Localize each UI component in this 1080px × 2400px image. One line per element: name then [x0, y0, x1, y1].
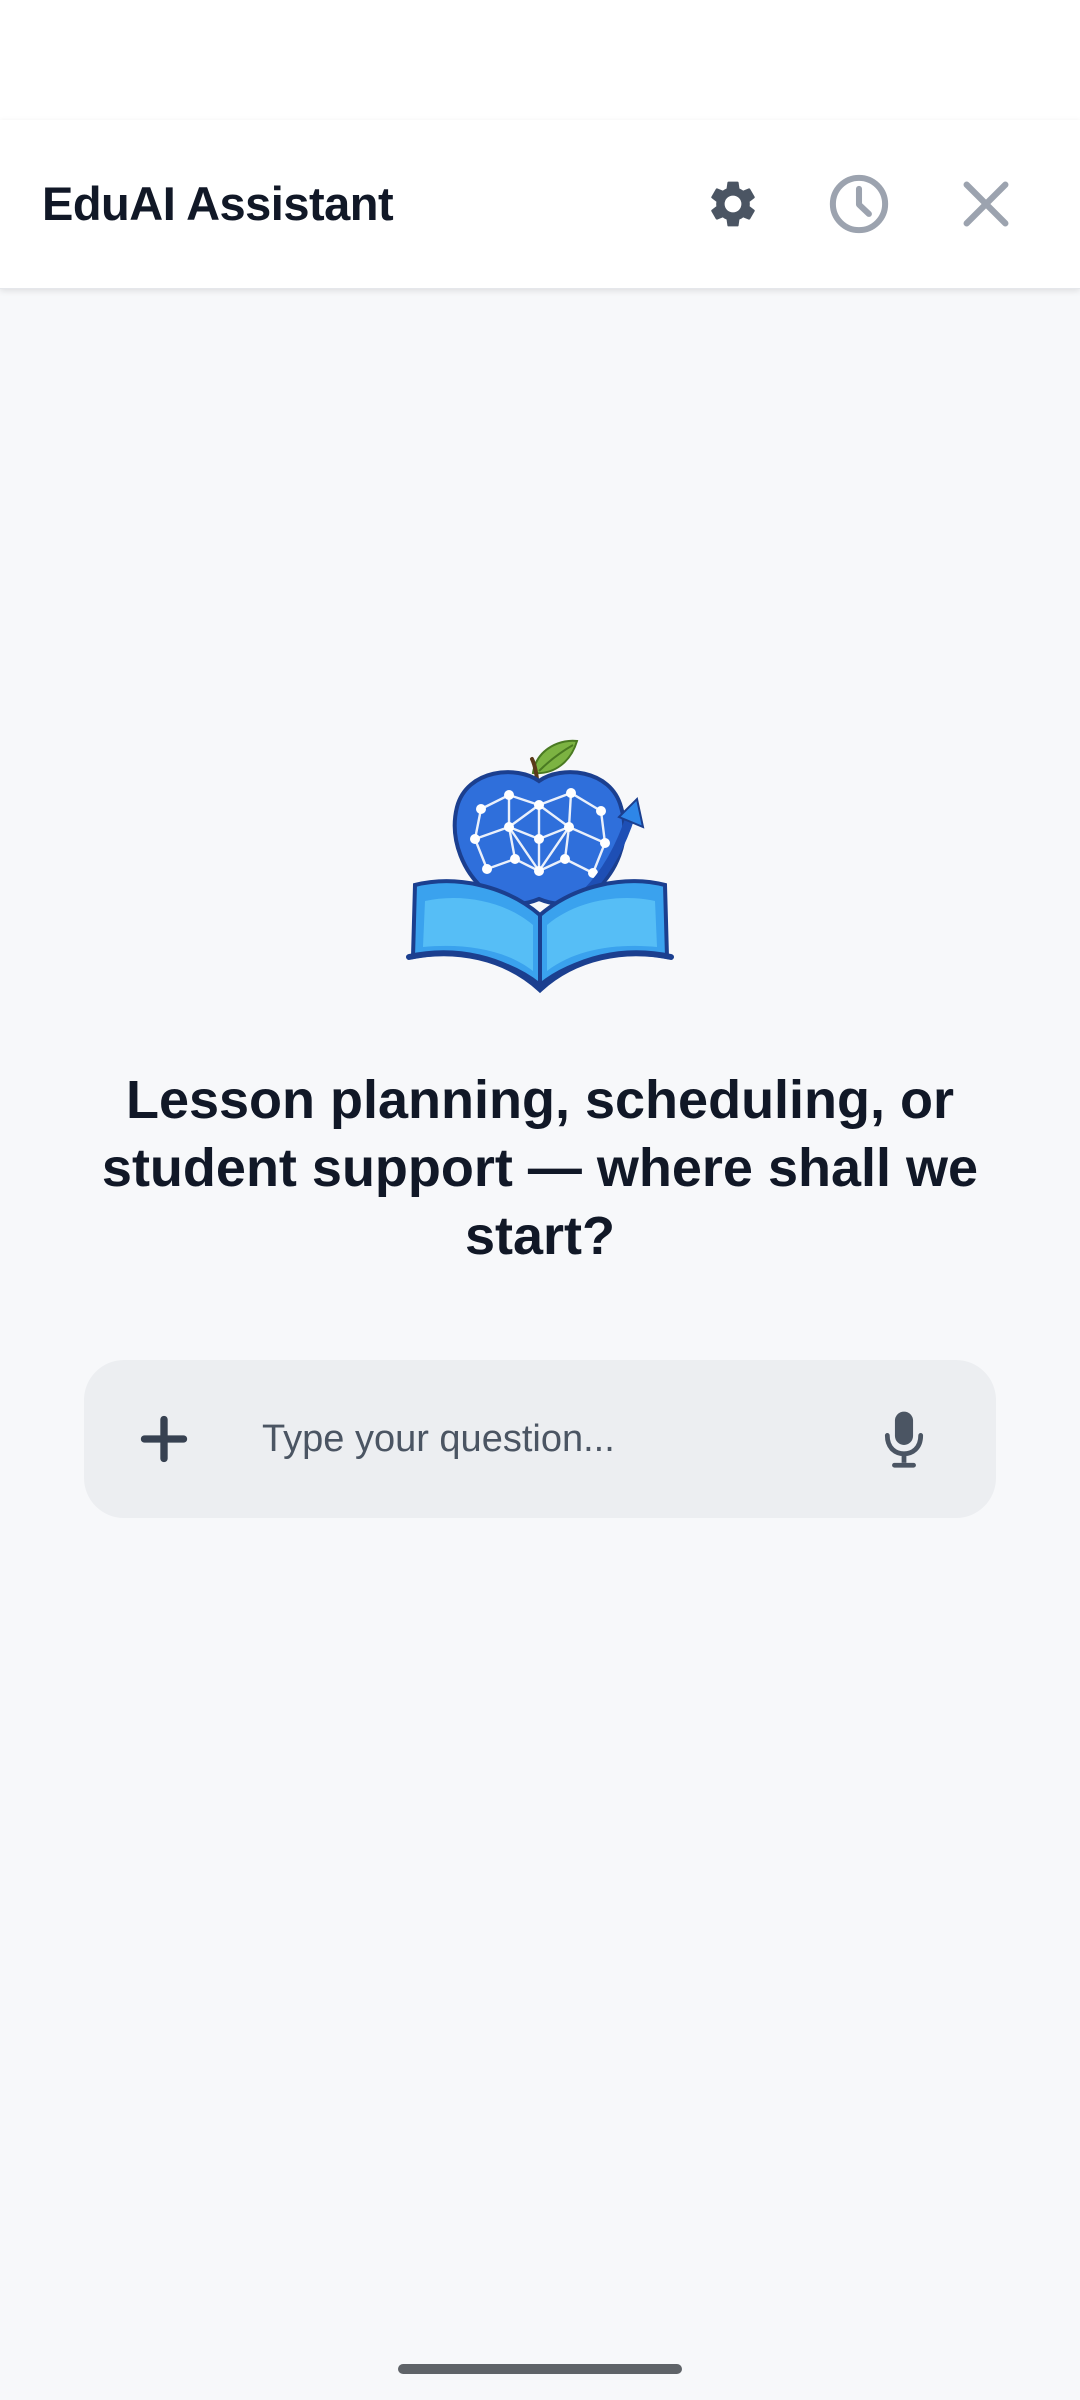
attach-button[interactable]	[124, 1399, 204, 1479]
brain-apple-book-logo	[405, 735, 675, 995]
close-button[interactable]	[932, 150, 1040, 258]
history-button[interactable]	[805, 150, 913, 258]
app-title: EduAI Assistant	[42, 177, 394, 230]
voice-input-button[interactable]	[864, 1399, 944, 1479]
welcome-headline: Lesson planning, scheduling, or student …	[101, 1070, 979, 1266]
status-bar	[0, 0, 1080, 120]
microphone-icon	[884, 1411, 924, 1468]
question-input[interactable]	[262, 1400, 822, 1478]
app-header: EduAI Assistant	[0, 120, 1080, 289]
gear-icon	[711, 181, 755, 227]
settings-button[interactable]	[679, 150, 787, 258]
close-icon	[963, 181, 1009, 227]
home-indicator[interactable]	[398, 2364, 682, 2374]
message-composer	[84, 1360, 996, 1518]
plus-icon	[140, 1415, 188, 1463]
clock-icon	[829, 174, 889, 234]
